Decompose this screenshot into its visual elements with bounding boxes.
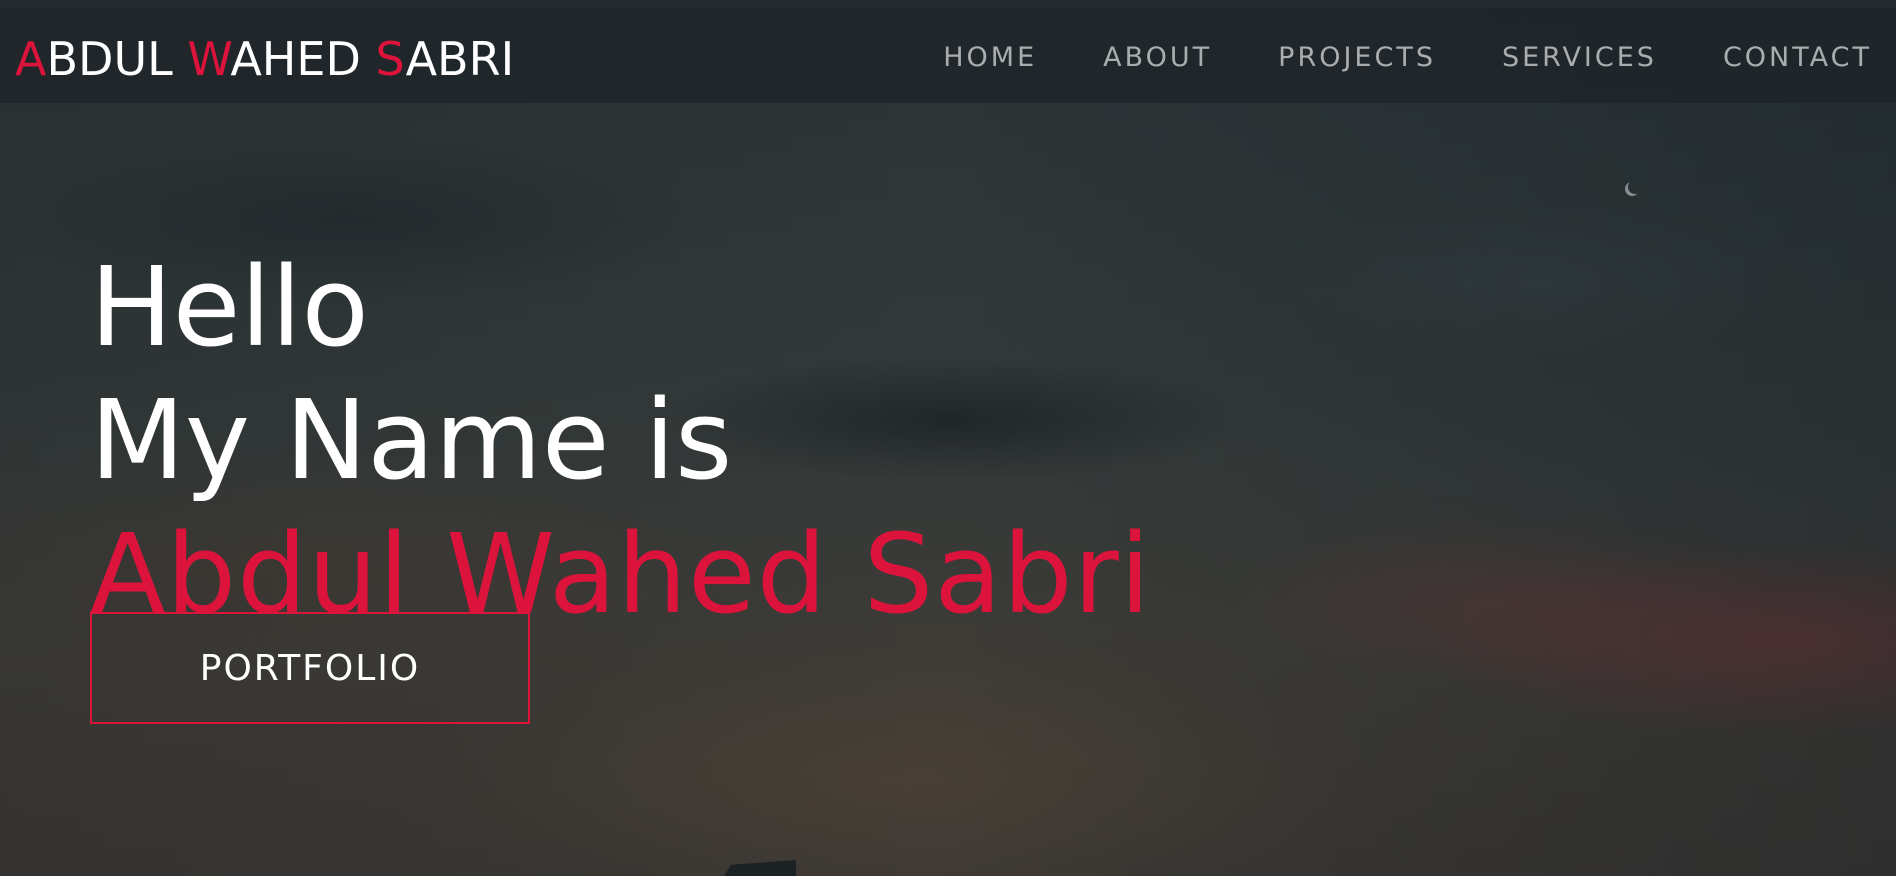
hero-intro: My Name is: [90, 375, 733, 504]
brand-part-bdul: BDUL: [46, 32, 188, 86]
main-nav: HOME ABOUT PROJECTS SERVICES CONTACT: [877, 42, 1872, 73]
nav-item-home[interactable]: HOME: [943, 42, 1037, 73]
nav-item-contact[interactable]: CONTACT: [1723, 42, 1872, 73]
brand-part-abri: ABRI: [405, 32, 515, 86]
brand-letter-w: W: [187, 32, 231, 86]
hero-greeting: Hello: [90, 242, 369, 371]
portfolio-button-label: PORTFOLIO: [199, 647, 421, 689]
brand-letter-a: A: [15, 32, 47, 86]
nav-item-about[interactable]: ABOUT: [1103, 42, 1212, 73]
brand-part-ahed: AHED: [230, 32, 376, 86]
navbar: ABDUL WAHED SABRI HOME ABOUT PROJECTS SE…: [0, 8, 1896, 103]
brand-logo[interactable]: ABDUL WAHED SABRI: [15, 32, 514, 86]
brand-letter-s: S: [375, 32, 406, 86]
nav-item-services[interactable]: SERVICES: [1502, 42, 1657, 73]
moon-icon: [1628, 180, 1642, 194]
portfolio-button[interactable]: PORTFOLIO: [90, 612, 530, 724]
nav-item-projects[interactable]: PROJECTS: [1278, 42, 1436, 73]
browser-top-strip: [0, 0, 1896, 8]
